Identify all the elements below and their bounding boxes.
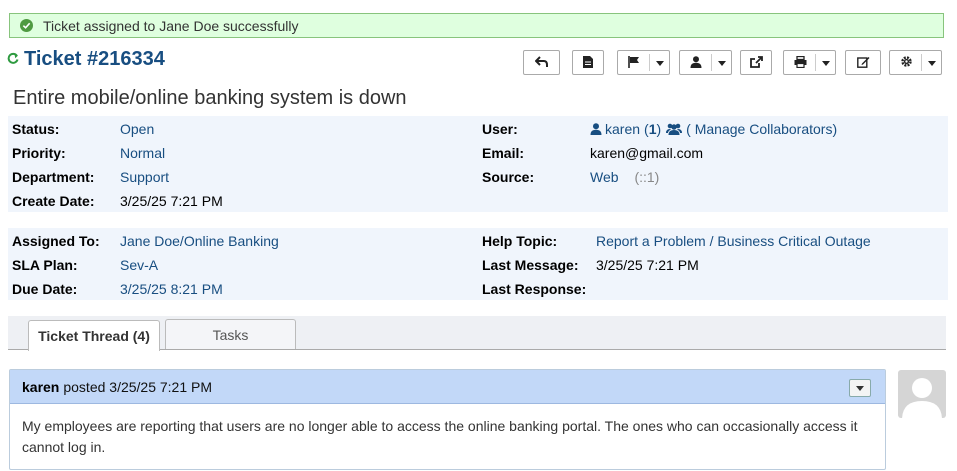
user-ticket-count[interactable]: 1	[649, 121, 657, 137]
help-topic-value[interactable]: Report a Problem / Business Critical Out…	[596, 233, 871, 249]
success-notice: Ticket assigned to Jane Doe successfully	[9, 13, 944, 38]
department-value[interactable]: Support	[120, 169, 169, 185]
status-label: Status:	[12, 121, 60, 137]
print-dropdown-button[interactable]	[783, 50, 836, 75]
create-date-value: 3/25/25 7:21 PM	[120, 193, 223, 209]
due-date-label: Due Date:	[12, 281, 78, 297]
priority-label: Priority:	[12, 145, 66, 161]
flag-dropdown-button[interactable]	[617, 50, 670, 75]
department-label: Department:	[12, 169, 95, 185]
source-ip: (::1)	[634, 169, 660, 185]
ticket-header: Ticket #216334	[7, 48, 165, 71]
email-label: Email:	[482, 145, 525, 161]
thread-posted-time: posted 3/25/25 7:21 PM	[63, 378, 213, 395]
transfer-button[interactable]	[740, 50, 772, 75]
user-icon	[690, 55, 702, 71]
chevron-down-icon	[928, 61, 936, 66]
assign-dropdown-button[interactable]	[679, 50, 732, 75]
collaborators-icon	[666, 123, 683, 135]
manage-collaborators-link[interactable]: ( Manage Collaborators)	[686, 121, 837, 137]
help-topic-label: Help Topic:	[482, 233, 558, 249]
ticket-tabs: Ticket Thread (4) Tasks	[8, 316, 946, 351]
reply-button[interactable]	[523, 50, 560, 75]
chevron-down-icon	[856, 385, 864, 391]
thread-author: karen	[22, 378, 60, 395]
more-dropdown-button[interactable]	[889, 50, 942, 75]
refresh-icon[interactable]	[7, 51, 19, 68]
due-date-value[interactable]: 3/25/25 8:21 PM	[120, 281, 223, 297]
ticket-number[interactable]: Ticket #216334	[24, 48, 165, 71]
tab-ticket-thread[interactable]: Ticket Thread (4)	[28, 320, 160, 351]
tab-tasks[interactable]: Tasks	[165, 319, 296, 349]
gear-icon	[900, 55, 913, 71]
reply-icon	[534, 55, 549, 71]
notice-text: Ticket assigned to Jane Doe successfully	[43, 17, 299, 34]
thread-entry-menu-button[interactable]	[849, 379, 871, 397]
status-value[interactable]: Open	[120, 121, 154, 137]
share-icon	[749, 55, 763, 71]
flag-icon	[628, 55, 640, 71]
avatar-silhouette-icon	[902, 378, 942, 418]
sla-plan-label: SLA Plan:	[12, 257, 78, 273]
post-note-button[interactable]	[572, 50, 604, 75]
assigned-to-label: Assigned To:	[12, 233, 100, 249]
priority-value[interactable]: Normal	[120, 145, 165, 161]
chevron-down-icon	[656, 61, 664, 66]
edit-button[interactable]	[845, 50, 881, 75]
last-message-label: Last Message:	[482, 257, 579, 273]
source-label: Source:	[482, 169, 535, 185]
check-circle-icon	[20, 19, 33, 32]
edit-icon	[856, 55, 870, 71]
user-label: User:	[482, 121, 518, 137]
email-value: karen@gmail.com	[590, 145, 704, 161]
source-value[interactable]: Web	[590, 169, 619, 185]
last-response-label: Last Response:	[482, 281, 587, 297]
note-icon	[583, 55, 593, 71]
user-ticket-count-close: )	[656, 121, 662, 137]
print-icon	[794, 55, 807, 71]
user-icon	[590, 123, 602, 135]
create-date-label: Create Date:	[12, 193, 95, 209]
ticket-info-panel: Status: Open Priority: Normal Department…	[8, 116, 948, 212]
thread-entry-body: My employees are reporting that users ar…	[22, 418, 858, 455]
assigned-to-value[interactable]: Jane Doe/Online Banking	[120, 233, 279, 249]
user-name-link[interactable]: karen	[605, 121, 640, 137]
assignment-info-panel: Assigned To: Jane Doe/Online Banking SLA…	[8, 228, 948, 300]
sla-plan-value[interactable]: Sev-A	[120, 257, 158, 273]
ticket-subject: Entire mobile/online banking system is d…	[13, 87, 407, 109]
thread-entry: karen posted 3/25/25 7:21 PM My employee…	[9, 369, 886, 470]
thread-entry-header: karen posted 3/25/25 7:21 PM	[10, 370, 885, 404]
avatar	[898, 370, 946, 418]
chevron-down-icon	[822, 61, 830, 66]
last-message-value: 3/25/25 7:21 PM	[596, 257, 699, 273]
chevron-down-icon	[718, 61, 726, 66]
